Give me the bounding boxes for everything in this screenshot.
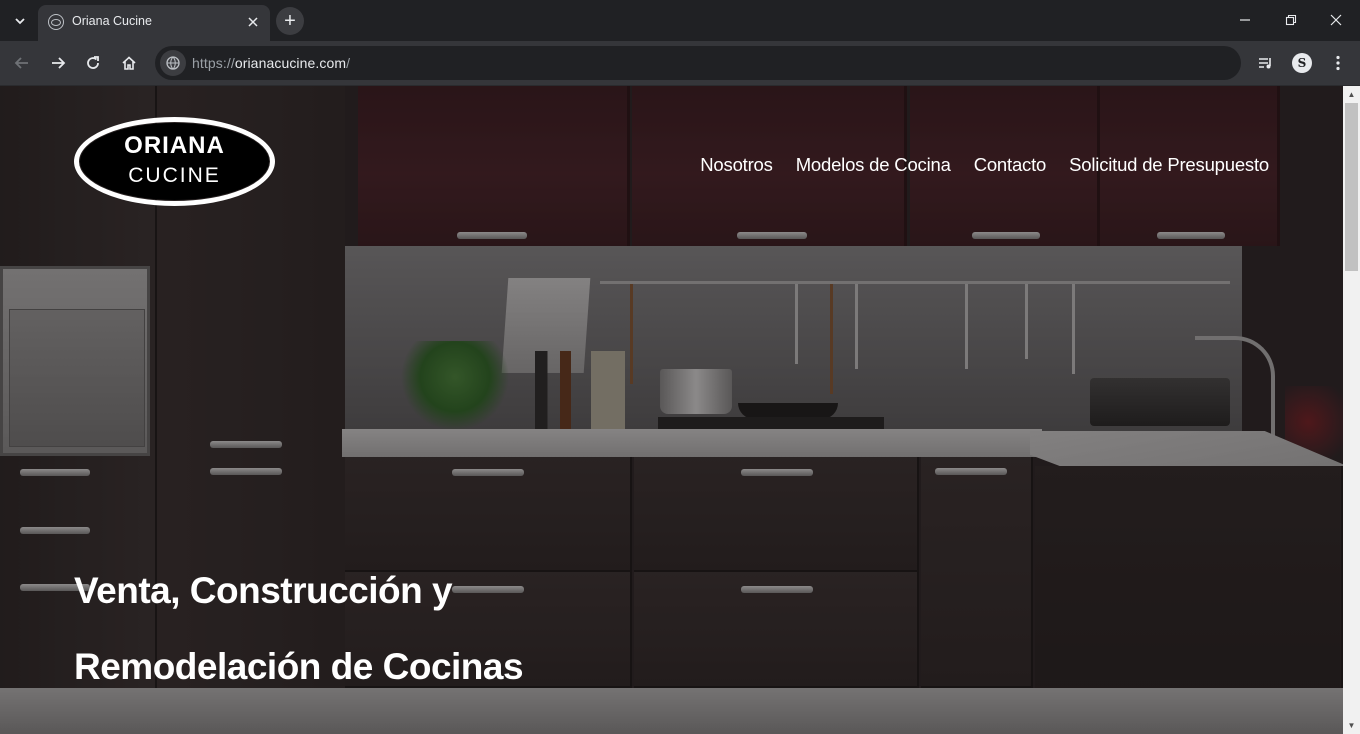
new-tab-button[interactable]: +: [276, 7, 304, 35]
page-viewport: ORIANA CUCINE Nosotros Modelos de Cocina…: [0, 86, 1343, 734]
url-text[interactable]: https://orianacucine.com/: [192, 55, 350, 71]
minimize-icon[interactable]: [1231, 8, 1259, 32]
nav-link-modelos-de-cocina[interactable]: Modelos de Cocina: [796, 154, 951, 176]
url-scheme: https://: [192, 55, 235, 71]
tab-title: Oriana Cucine: [72, 14, 152, 28]
profile-initial: S: [1292, 53, 1312, 73]
tab-strip: Oriana Cucine +: [0, 0, 1360, 41]
reload-icon[interactable]: [79, 49, 107, 77]
nav-link-solicitud-de-presupuesto[interactable]: Solicitud de Presupuesto: [1069, 154, 1269, 176]
tab-search-chevron-icon[interactable]: [8, 9, 32, 33]
browser-tab-active[interactable]: Oriana Cucine: [38, 5, 270, 41]
forward-arrow-icon[interactable]: [44, 49, 72, 77]
close-tab-icon[interactable]: [244, 13, 262, 31]
scroll-up-arrow-icon[interactable]: ▲: [1343, 86, 1360, 103]
logo-line2: CUCINE: [128, 164, 221, 187]
scroll-down-arrow-icon[interactable]: ▼: [1343, 717, 1360, 734]
nav-link-nosotros[interactable]: Nosotros: [700, 154, 773, 176]
nav-link-contacto[interactable]: Contacto: [974, 154, 1047, 176]
media-controls-icon[interactable]: [1252, 49, 1280, 77]
scrollbar-thumb[interactable]: [1345, 103, 1358, 271]
back-arrow-icon[interactable]: [8, 49, 36, 77]
hero-line-1: Venta, Construcción y: [74, 570, 453, 611]
address-bar[interactable]: https://orianacucine.com/: [155, 46, 1241, 80]
hero-heading: Venta, Construcción y Remodelación de Co…: [74, 553, 634, 705]
page-scrollbar[interactable]: ▲ ▼: [1343, 86, 1360, 734]
url-host: orianacucine.com: [234, 55, 347, 71]
site-info-icon[interactable]: [160, 50, 186, 76]
home-icon[interactable]: [115, 49, 143, 77]
restore-icon[interactable]: [1277, 8, 1305, 32]
profile-avatar[interactable]: S: [1288, 49, 1316, 77]
more-menu-icon[interactable]: [1324, 49, 1352, 77]
globe-favicon-icon: [48, 14, 64, 30]
hero-line-2: Remodelación de Cocinas: [74, 646, 524, 687]
site-logo[interactable]: ORIANA CUCINE: [74, 117, 275, 206]
main-navigation: Nosotros Modelos de Cocina Contacto Soli…: [700, 154, 1269, 176]
logo-line1: ORIANA: [124, 132, 225, 159]
browser-toolbar: https://orianacucine.com/ S: [0, 41, 1360, 86]
url-path: /: [346, 55, 351, 71]
close-window-icon[interactable]: [1322, 8, 1350, 32]
